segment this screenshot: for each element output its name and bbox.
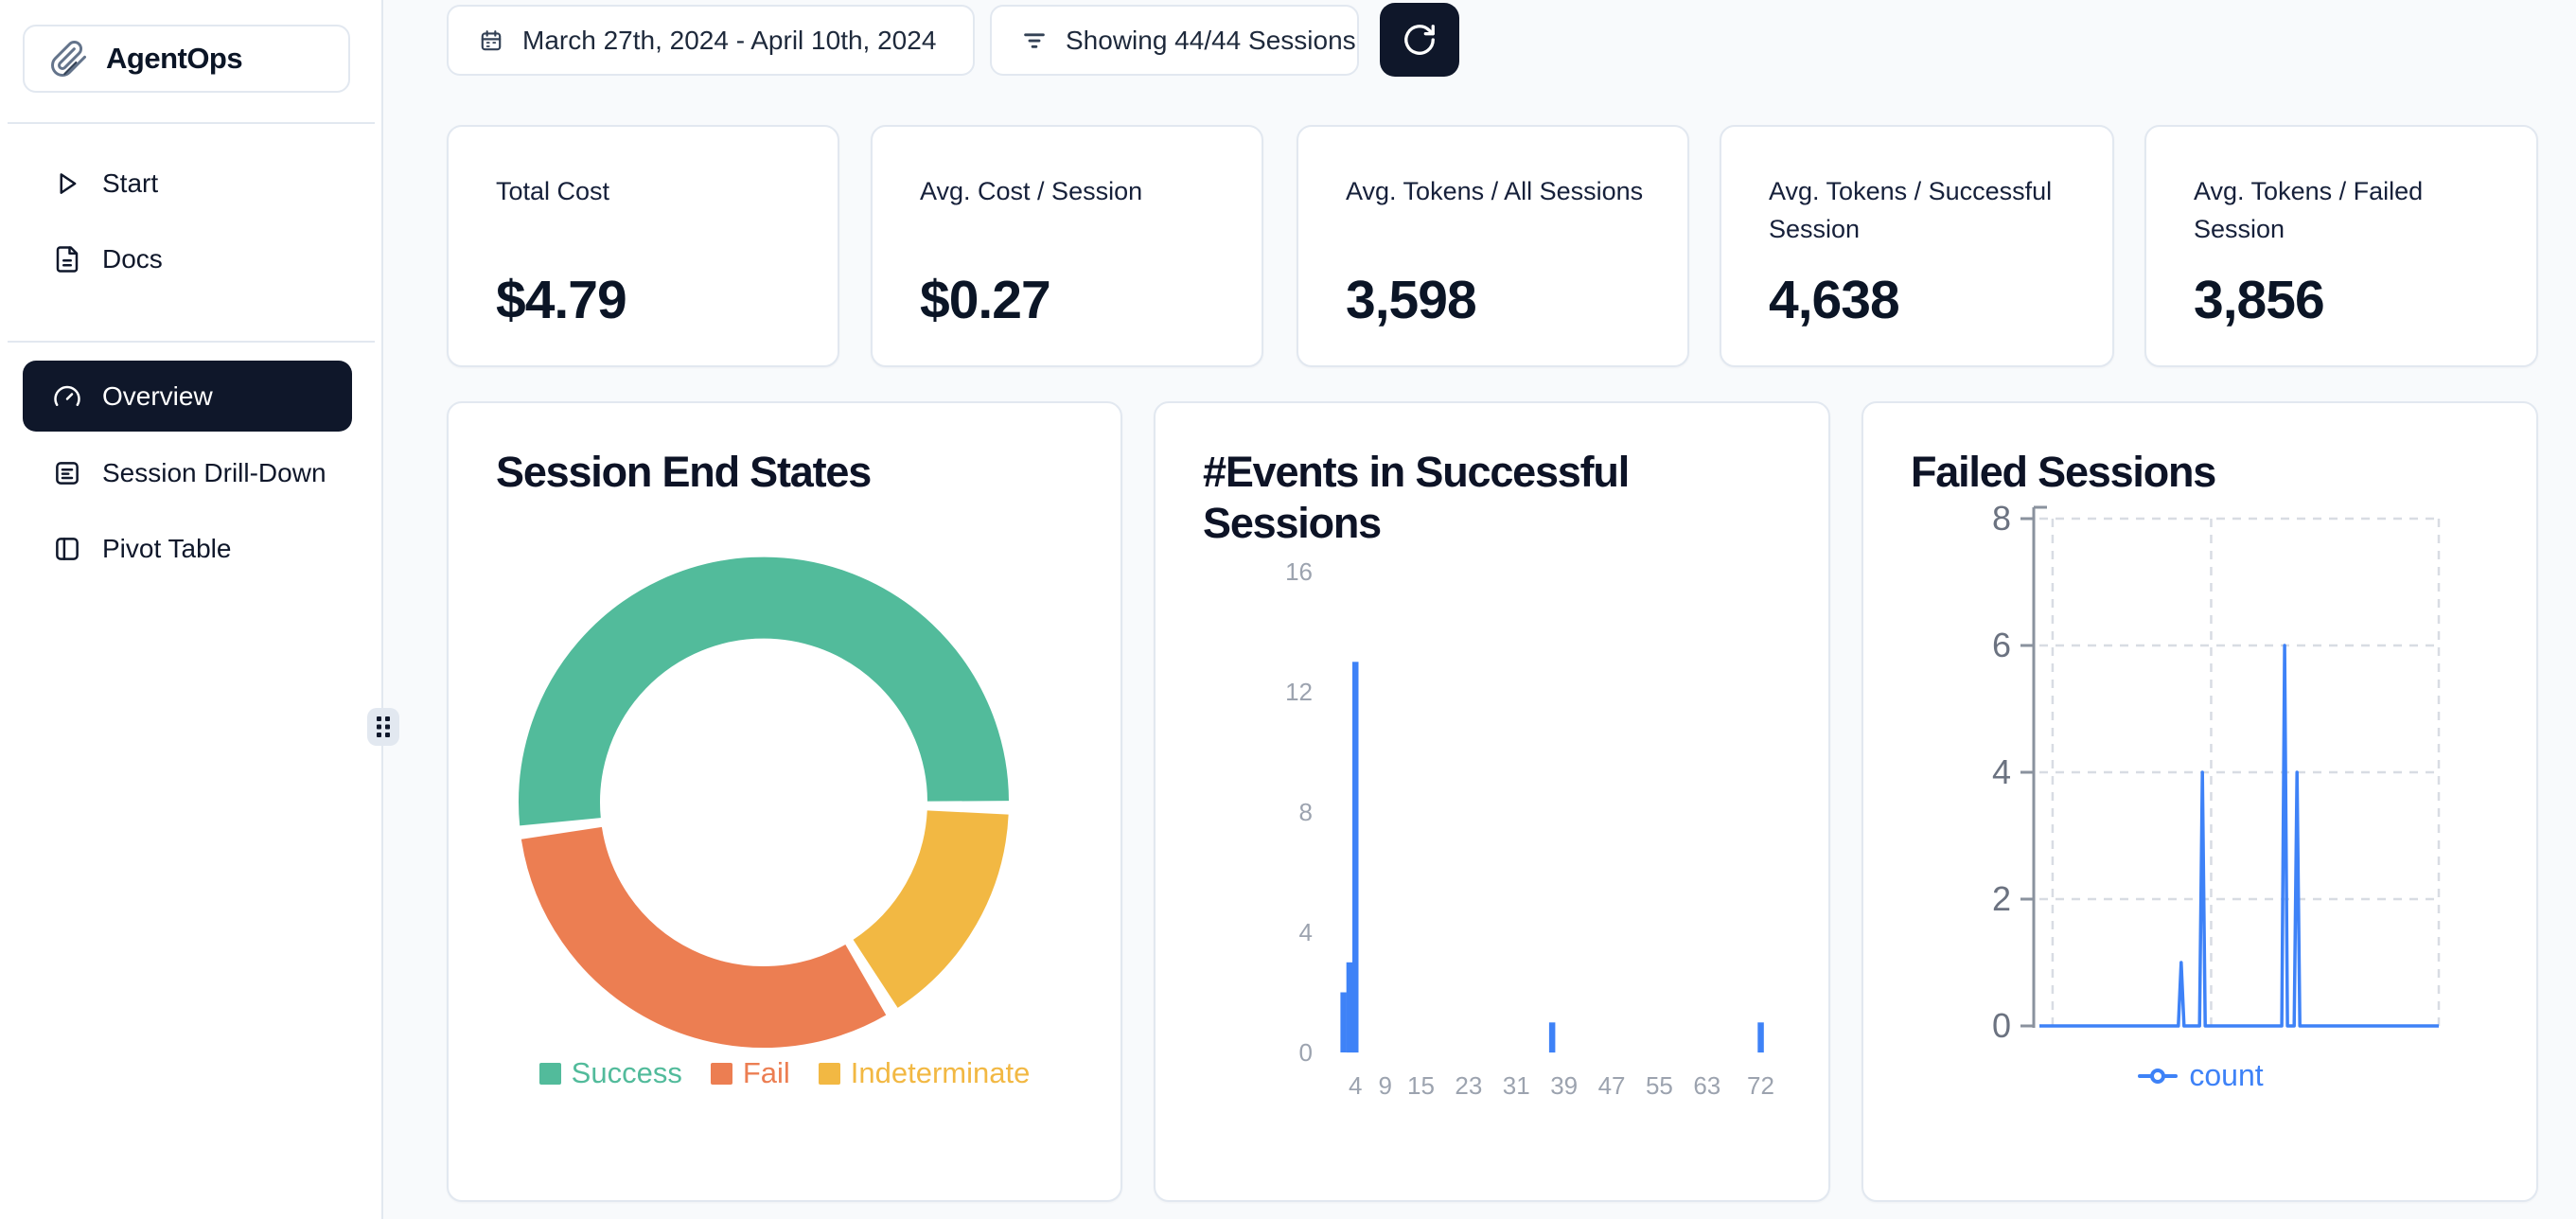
sidebar-item-label: Session Drill-Down [102,458,326,488]
paperclip-icon [49,39,89,79]
gauge-icon [53,382,81,411]
legend-label: Indeterminate [851,1056,1031,1090]
sidebar: AgentOps Start Docs Overview Session Drill… [0,0,383,1219]
docs-icon [53,245,81,274]
x-tick-label: 9 [1378,1071,1391,1100]
sessions-filter-label: Showing 44/44 Sessions [1066,26,1356,56]
stat-value: 3,598 [1346,269,1476,331]
agentops-dashboard: AgentOps Start Docs Overview Session Drill… [0,0,2576,1219]
sidebar-item-docs[interactable]: Docs [23,225,352,293]
legend-swatch [711,1063,732,1085]
refresh-button[interactable] [1380,3,1459,77]
sidebar-item-start[interactable]: Start [23,150,352,218]
bar [1347,963,1353,1052]
calendar-icon [479,28,503,53]
stat-value: 4,638 [1769,269,1899,331]
y-tick-label: 6 [1992,626,2011,664]
y-tick-label: 0 [1299,1038,1313,1067]
sidebar-item-session-drill-down[interactable]: Session Drill-Down [23,439,352,507]
stat-label: Avg. Tokens / Successful Session [1769,172,2078,248]
y-tick-label: 4 [1992,752,2011,791]
y-tick-label: 8 [1299,798,1313,826]
chart-card-events-histogram: #Events in Successful Sessions 048121649… [1154,401,1830,1202]
sidebar-secondary-nav: Overview Session Drill-Down Pivot Table [23,361,352,583]
donut-legend: Success Fail Indeterminate [449,1056,1120,1090]
x-tick-label: 39 [1550,1071,1578,1100]
list-icon [53,459,81,487]
sidebar-item-label: Start [102,168,158,199]
x-tick-label: 55 [1646,1071,1673,1100]
sessions-filter-button[interactable]: Showing 44/44 Sessions [990,5,1359,76]
legend-item-indeterminate[interactable]: Indeterminate [819,1056,1031,1090]
legend-item-success[interactable]: Success [539,1056,682,1090]
y-tick-label: 2 [1992,879,2011,918]
bar [1757,1022,1764,1052]
sidebar-item-pivot-table[interactable]: Pivot Table [23,515,352,583]
brand-logo[interactable]: AgentOps [23,25,350,93]
sidebar-primary-nav: Start Docs [23,150,352,293]
filter-icon [1020,26,1049,55]
sidebar-resize-handle[interactable] [367,708,399,746]
legend-label: Fail [743,1056,790,1090]
bar [1340,993,1347,1053]
stat-label: Avg. Cost / Session [920,172,1227,210]
legend-swatch [539,1063,561,1085]
stat-card-avg-tokens-all-sessions: Avg. Tokens / All Sessions 3,598 [1297,125,1689,367]
y-tick-label: 8 [1992,499,2011,538]
panel-icon [53,535,81,563]
stat-card-avg-cost-session: Avg. Cost / Session $0.27 [871,125,1263,367]
y-tick-label: 4 [1299,918,1313,946]
grip-dots-icon [374,715,393,739]
legend-item-fail[interactable]: Fail [711,1056,790,1090]
sidebar-divider [8,341,375,343]
stat-label: Avg. Tokens / All Sessions [1346,172,1653,210]
legend-label: Success [572,1056,682,1090]
x-tick-label: 15 [1407,1071,1435,1100]
legend-swatch [819,1063,840,1085]
y-tick-label: 12 [1285,678,1313,706]
x-tick-label: 72 [1747,1071,1774,1100]
line-series-marker-icon [2136,1066,2179,1086]
stat-card-avg-tokens-successful-session: Avg. Tokens / Successful Session 4,638 [1720,125,2114,367]
sidebar-item-label: Docs [102,244,163,274]
x-tick-label: 23 [1455,1071,1482,1100]
stat-card-total-cost: Total Cost $4.79 [447,125,839,367]
stat-value: $0.27 [920,269,1050,331]
count-legend[interactable]: count [1863,1058,2536,1093]
sidebar-item-label: Pivot Table [102,534,231,564]
sidebar-item-overview[interactable]: Overview [23,361,352,432]
donut-segment-success [559,598,968,822]
bar [1549,1022,1556,1052]
stat-value: $4.79 [496,269,626,331]
chart-card-failed-sessions: Failed Sessions 02468 count [1861,401,2538,1202]
events-bar-chart: 0481216491523313947556372 [1156,403,1832,1204]
x-tick-label: 47 [1598,1071,1626,1100]
stat-card-avg-tokens-failed-session: Avg. Tokens / Failed Session 3,856 [2144,125,2538,367]
brand-name: AgentOps [106,42,242,76]
chart-card-session-end-states: Session End States SuccessFailIndetermin… [447,401,1122,1202]
play-icon [53,169,81,198]
stat-label: Avg. Tokens / Failed Session [2194,172,2502,248]
x-tick-label: 63 [1693,1071,1720,1100]
line-series-label: count [2189,1058,2263,1093]
stat-label: Total Cost [496,172,803,210]
x-tick-label: 31 [1503,1071,1530,1100]
y-tick-label: 0 [1992,1006,2011,1045]
bar [1352,662,1359,1052]
count-series-line [2039,645,2439,1026]
refresh-icon [1402,22,1438,58]
sidebar-divider [8,122,375,124]
y-tick-label: 16 [1285,557,1313,586]
x-tick-label: 4 [1349,1071,1362,1100]
donut-segment-fail [561,833,865,1007]
date-range-label: March 27th, 2024 - April 10th, 2024 [522,26,936,56]
date-range-button[interactable]: March 27th, 2024 - April 10th, 2024 [447,5,975,76]
donut-segment-indeterminate [875,813,968,974]
sidebar-item-label: Overview [102,381,213,412]
stat-value: 3,856 [2194,269,2324,331]
